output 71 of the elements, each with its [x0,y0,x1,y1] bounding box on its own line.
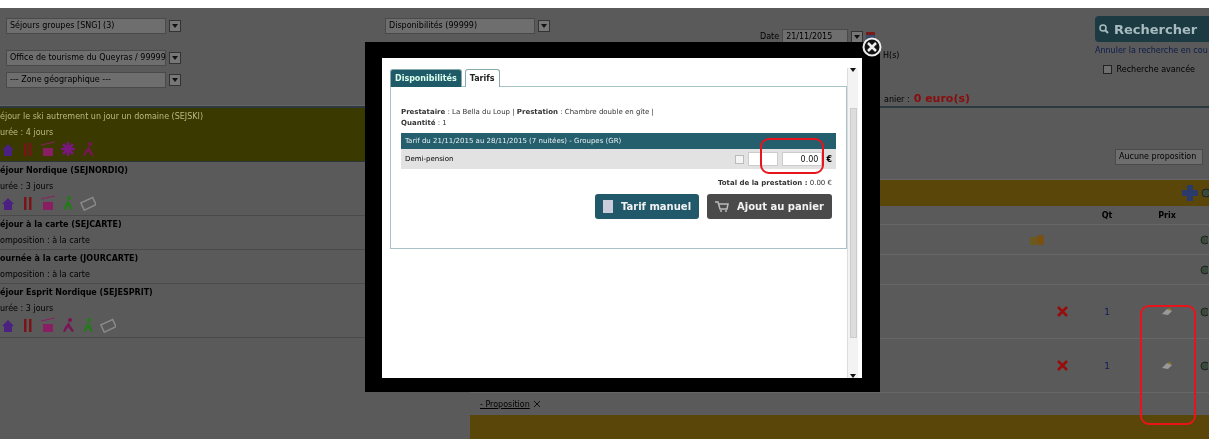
currency-label: € [826,154,832,164]
quantity-value: 1 [1104,306,1110,317]
cart-total-label: anier : [884,95,910,104]
document-icon [602,200,613,213]
dropdown-arrow-icon [172,56,178,60]
quantity-field[interactable] [748,152,779,166]
column-header: Prix [1157,210,1177,220]
dropdown-arrow-icon [850,374,856,378]
manual-rate-button[interactable]: Tarif manuel [594,194,700,219]
cart-icon [715,201,730,212]
package-title: éjour le ski autrement un jour un domaine (SEJSKI) [0,112,205,121]
ticket-icon [100,317,116,333]
dropdown-button[interactable] [169,52,181,64]
package-item[interactable]: éjour Esprit Nordique (SEJESPRIT) urée : 3 jours [0,284,368,338]
dropdown-button[interactable] [169,74,181,86]
calendar-button[interactable] [851,30,864,43]
dropdown-field[interactable]: --- Zone géographique --- [6,72,166,88]
proposal-link[interactable]: - Proposition [480,399,530,409]
package-item[interactable]: éjour Nordique (SEJNORDIQ) urée : 3 jours [0,162,368,216]
dropdown-field[interactable]: Office de tourisme du Queyras / 99999 [6,50,166,66]
snowflake-icon [60,141,76,157]
dropdown-button[interactable] [538,20,550,32]
house-icon [0,195,16,211]
dropdown-arrow-icon [854,34,861,39]
package-detail: urée : 3 jours [0,304,55,313]
delete-icon[interactable] [1056,360,1068,371]
rate-checkbox[interactable] [735,154,745,164]
eraser-icon[interactable] [1161,361,1173,370]
tab[interactable]: Tarifs [464,69,500,87]
package-title: ournée à la carte (JOURCARTE) [0,254,140,263]
search-button[interactable]: Rechercher [1095,16,1209,42]
dropdown-field[interactable]: Disponibilités (99999) [385,18,535,34]
ticket-icon [80,195,96,211]
advanced-search-label: Recherche avancée [1116,65,1195,74]
package-title: éjour à la carte (SEJCARTE) [0,220,123,229]
column-header: Qt [1100,210,1114,220]
house-icon [0,141,16,157]
gondola-icon [40,195,56,211]
hours-label: H(s) [883,51,900,62]
search-icon [1099,24,1109,34]
skier-icon [80,141,96,157]
cancel-search-link[interactable]: Annuler la recherche en cou [1095,46,1209,55]
package-title: éjour Esprit Nordique (SEJESPRIT) [0,288,154,297]
dropdown-field[interactable]: Séjours groupes [SNG] (3) [6,18,166,34]
add-to-cart-button[interactable]: Ajout au panier [707,194,832,219]
cart-total-value: 0 euro(s) [913,92,970,105]
eraser-icon[interactable] [1161,307,1173,316]
dropdown-arrow-icon [541,24,547,28]
dropdown-button[interactable] [169,20,181,32]
advanced-search-checkbox[interactable] [1102,65,1112,74]
package-detail: urée : 4 jours [0,128,55,137]
dropdown-arrow-icon [850,68,856,72]
highlight-annotation [760,138,824,174]
skier-icon [60,317,76,333]
dropdown-arrow-icon [172,78,178,82]
package-item[interactable]: éjour le ski autrement un jour un domaine (SEJSKI) urée : 4 jours [0,108,368,162]
package-detail: urée : 3 jours [0,182,55,191]
package-detail: omposition : à la carte [0,236,91,245]
proposal-dropdown[interactable]: Aucune proposition [1115,149,1203,165]
quantity-value: 1 [1104,360,1110,371]
delete-icon[interactable] [1056,306,1068,317]
dropdown-arrow-icon [172,24,178,28]
date-label: Date [760,32,780,41]
house-icon [0,317,16,333]
scrollbar[interactable] [847,68,858,378]
package-detail: omposition : à la carte [0,270,91,279]
price-field[interactable]: 0.00 [782,152,823,166]
tab[interactable]: Disponibilités [390,69,462,87]
package-title: éjour Nordique (SEJNORDIQ) [0,166,129,175]
gondola-icon [40,141,56,157]
gondola-icon [40,317,56,333]
